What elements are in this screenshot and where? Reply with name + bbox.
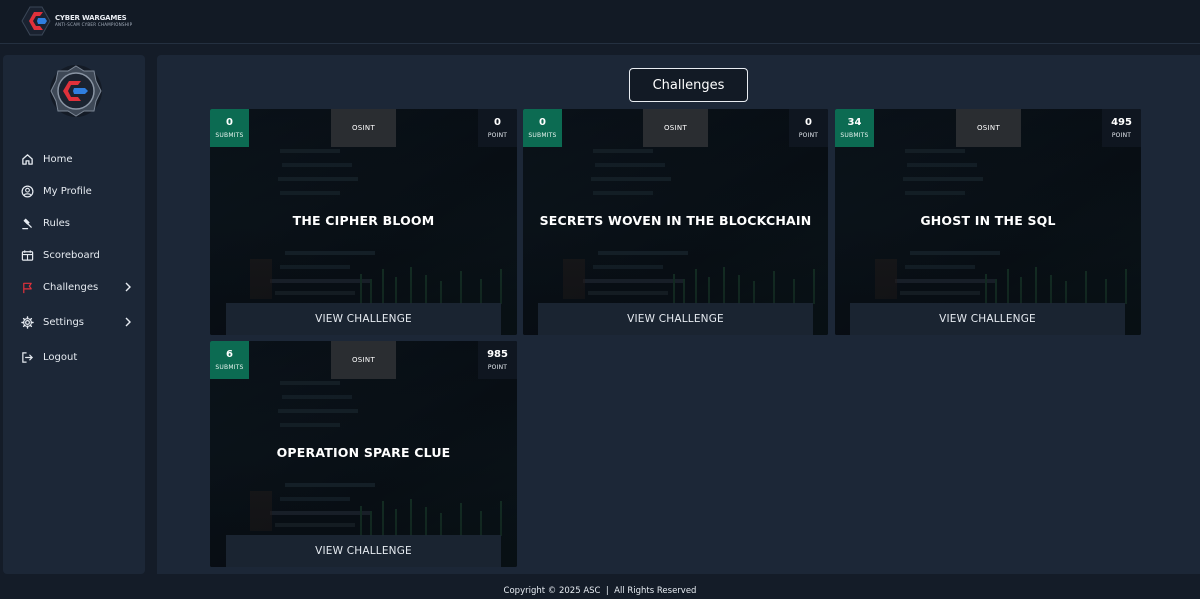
sidebar-logo-icon bbox=[50, 65, 102, 117]
sidebar-item-label: Logout bbox=[43, 351, 78, 363]
submits-badge: 0 SUBMITS bbox=[210, 109, 249, 147]
submits-label: SUBMITS bbox=[528, 132, 557, 139]
challenge-card[interactable]: 6 SUBMITS OSINT 985 POINT OPERATION SPAR… bbox=[210, 341, 517, 567]
submits-count: 34 bbox=[847, 117, 862, 128]
submits-badge: 34 SUBMITS bbox=[835, 109, 874, 147]
view-challenge-button[interactable]: VIEW CHALLENGE bbox=[538, 303, 813, 335]
points-badge: 495 POINT bbox=[1102, 109, 1141, 147]
challenge-card[interactable]: 0 SUBMITS OSINT 0 POINT SECRETS WOVEN IN… bbox=[523, 109, 828, 335]
points-label: POINT bbox=[487, 364, 508, 371]
challenge-title: THE CIPHER BLOOM bbox=[292, 213, 435, 228]
submits-label: SUBMITS bbox=[215, 132, 244, 139]
sidebar-item-my-profile[interactable]: My Profile bbox=[3, 175, 145, 207]
submits-count: 6 bbox=[226, 349, 233, 360]
sidebar-item-label: Scoreboard bbox=[43, 249, 100, 261]
points-label: POINT bbox=[1111, 132, 1132, 139]
flag-icon bbox=[20, 280, 34, 294]
brand-logo-icon bbox=[21, 6, 51, 36]
challenge-title: GHOST IN THE SQL bbox=[920, 213, 1056, 228]
page-title: Challenges bbox=[629, 68, 748, 102]
scoreboard-icon bbox=[20, 248, 34, 262]
sidebar-item-label: My Profile bbox=[43, 185, 92, 197]
category-badge: OSINT bbox=[331, 109, 396, 147]
challenge-title: OPERATION SPARE CLUE bbox=[276, 445, 451, 460]
sidebar-item-settings[interactable]: Settings bbox=[3, 306, 145, 338]
chevron-right-icon bbox=[125, 317, 131, 327]
brand[interactable]: CYBER WARGAMES ANTI-SCAM CYBER CHAMPIONS… bbox=[20, 4, 132, 38]
footer-copyright: Copyright © 2025 ASC | All Rights Reserv… bbox=[503, 586, 697, 596]
top-bar: CYBER WARGAMES ANTI-SCAM CYBER CHAMPIONS… bbox=[0, 0, 1200, 44]
sidebar-item-label: Settings bbox=[43, 316, 85, 328]
points-label: POINT bbox=[798, 132, 819, 139]
points-value: 0 bbox=[494, 117, 501, 128]
submits-badge: 6 SUBMITS bbox=[210, 341, 249, 379]
challenge-card[interactable]: 0 SUBMITS OSINT 0 POINT THE CIPHER BLOOM… bbox=[210, 109, 517, 335]
sidebar-item-scoreboard[interactable]: Scoreboard bbox=[3, 239, 145, 271]
points-value: 0 bbox=[805, 117, 812, 128]
gavel-icon bbox=[20, 216, 34, 230]
points-label: POINT bbox=[487, 132, 508, 139]
logout-icon bbox=[20, 350, 34, 364]
view-challenge-button[interactable]: VIEW CHALLENGE bbox=[850, 303, 1125, 335]
sidebar: Home My Profile Rules Scoreboard Challen… bbox=[3, 55, 145, 574]
brand-subtitle: ANTI-SCAM CYBER CHAMPIONSHIP bbox=[55, 22, 133, 27]
points-value: 495 bbox=[1111, 117, 1132, 128]
brand-text: CYBER WARGAMES ANTI-SCAM CYBER CHAMPIONS… bbox=[55, 14, 132, 28]
points-badge: 985 POINT bbox=[478, 341, 517, 379]
sidebar-item-label: Challenges bbox=[43, 281, 99, 293]
gear-icon bbox=[20, 315, 34, 329]
sidebar-item-label: Home bbox=[43, 153, 73, 165]
category-badge: OSINT bbox=[643, 109, 708, 147]
sidebar-item-logout[interactable]: Logout bbox=[3, 341, 145, 373]
category-badge: OSINT bbox=[331, 341, 396, 379]
sidebar-item-label: Rules bbox=[43, 217, 70, 229]
home-icon bbox=[20, 152, 34, 166]
submits-badge: 0 SUBMITS bbox=[523, 109, 562, 147]
sidebar-item-home[interactable]: Home bbox=[3, 143, 145, 175]
challenge-card[interactable]: 34 SUBMITS OSINT 495 POINT GHOST IN THE … bbox=[835, 109, 1141, 335]
view-challenge-button[interactable]: VIEW CHALLENGE bbox=[226, 303, 501, 335]
user-circle-icon bbox=[20, 184, 34, 198]
points-value: 985 bbox=[487, 349, 508, 360]
submits-count: 0 bbox=[539, 117, 546, 128]
brand-title: CYBER WARGAMES bbox=[55, 14, 127, 22]
challenge-title: SECRETS WOVEN IN THE BLOCKCHAIN bbox=[539, 213, 812, 228]
sidebar-nav: Home My Profile Rules Scoreboard Challen… bbox=[3, 143, 145, 373]
points-badge: 0 POINT bbox=[789, 109, 828, 147]
category-badge: OSINT bbox=[956, 109, 1021, 147]
sidebar-item-rules[interactable]: Rules bbox=[3, 207, 145, 239]
main-panel: Challenges 0 SUBMITS OSINT 0 POINT THE C… bbox=[157, 55, 1200, 574]
points-badge: 0 POINT bbox=[478, 109, 517, 147]
submits-label: SUBMITS bbox=[215, 364, 244, 371]
submits-label: SUBMITS bbox=[840, 132, 869, 139]
sidebar-item-challenges[interactable]: Challenges bbox=[3, 271, 145, 303]
submits-count: 0 bbox=[226, 117, 233, 128]
view-challenge-button[interactable]: VIEW CHALLENGE bbox=[226, 535, 501, 567]
chevron-right-icon bbox=[125, 282, 131, 292]
